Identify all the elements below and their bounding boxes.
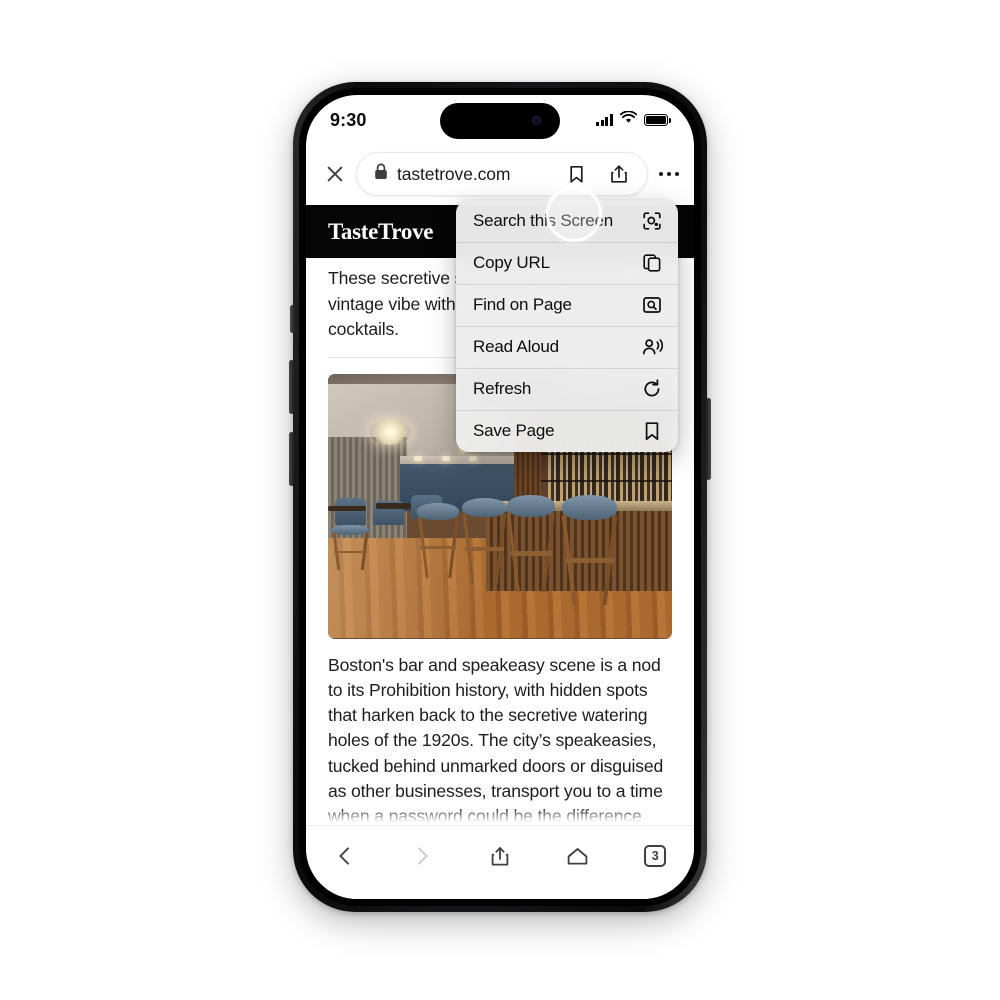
menu-item-label: Find on Page: [473, 295, 572, 314]
screenshot-canvas: 9:30 tastetrove.com TasteTrove These sec…: [0, 0, 1000, 1000]
menu-item-label: Search this Screen: [473, 211, 614, 230]
tab-count-label: 3: [644, 845, 667, 867]
menu-item-search-this-screen[interactable]: Search this Screen: [456, 200, 678, 242]
bookmark-icon[interactable]: [559, 157, 593, 191]
menu-item-refresh[interactable]: Refresh: [456, 368, 678, 410]
menu-item-label: Copy URL: [473, 253, 550, 272]
read-aloud-icon: [641, 336, 663, 358]
volume-down-button[interactable]: [289, 432, 294, 486]
status-time: 9:30: [330, 109, 367, 130]
browser-top-bar: tastetrove.com: [306, 143, 694, 205]
menu-item-label: Save Page: [473, 421, 555, 440]
menu-item-save-page[interactable]: Save Page: [456, 410, 678, 452]
cellular-signal-icon: [596, 114, 613, 126]
lens-search-icon: [641, 210, 663, 232]
menu-item-find-on-page[interactable]: Find on Page: [456, 284, 678, 326]
article-body: Boston's bar and speakeasy scene is a no…: [328, 654, 664, 827]
refresh-icon: [641, 378, 663, 400]
site-title: TasteTrove: [328, 218, 434, 244]
tab-counter-button[interactable]: 3: [632, 836, 678, 876]
back-arrow-icon[interactable]: [322, 836, 368, 876]
wifi-icon: [619, 110, 638, 129]
bookmark-icon: [641, 420, 663, 442]
menu-item-label: Read Aloud: [473, 337, 559, 356]
silent-switch-button[interactable]: [290, 305, 295, 333]
context-menu: Search this Screen Copy URL Find on Page…: [456, 200, 678, 452]
share-icon[interactable]: [602, 157, 636, 191]
battery-icon: [644, 114, 671, 126]
dynamic-island: [440, 103, 560, 139]
url-text: tastetrove.com: [397, 163, 511, 184]
phone-screen: 9:30 tastetrove.com TasteTrove These sec…: [306, 95, 694, 899]
more-options-icon[interactable]: [652, 157, 686, 191]
find-in-page-icon: [641, 294, 663, 316]
lock-icon: [374, 163, 388, 185]
power-button[interactable]: [706, 398, 711, 480]
volume-up-button[interactable]: [289, 360, 294, 414]
forward-arrow-icon[interactable]: [399, 836, 445, 876]
share-icon[interactable]: [477, 836, 523, 876]
status-indicators: [596, 110, 671, 129]
menu-item-label: Refresh: [473, 379, 532, 398]
copy-icon: [641, 252, 663, 274]
home-icon[interactable]: [555, 836, 601, 876]
front-camera-icon: [532, 116, 541, 125]
browser-bottom-bar: 3: [306, 825, 694, 899]
content-fade: [306, 807, 694, 825]
menu-item-read-aloud[interactable]: Read Aloud: [456, 326, 678, 368]
menu-item-copy-url[interactable]: Copy URL: [456, 242, 678, 284]
address-bar[interactable]: tastetrove.com: [356, 152, 648, 196]
close-icon[interactable]: [318, 157, 352, 191]
